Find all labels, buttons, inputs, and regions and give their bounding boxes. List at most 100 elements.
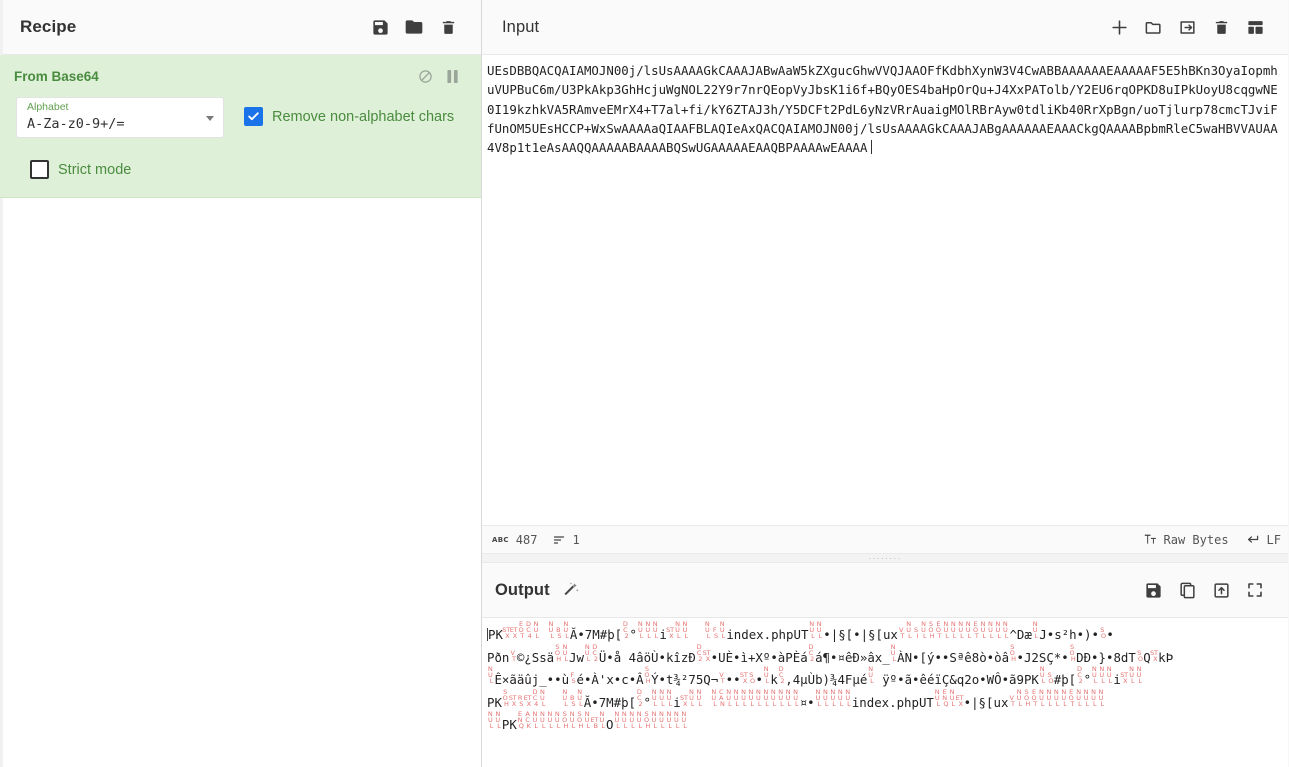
checkbox-unchecked-icon[interactable] (30, 160, 49, 179)
io-splitter[interactable]: ········ (482, 553, 1288, 563)
disable-operation-icon[interactable] (411, 65, 439, 87)
strict-mode-checkbox[interactable]: Strict mode (30, 160, 467, 179)
control-character: DC 2 (808, 642, 815, 663)
maximise-output-icon[interactable] (1238, 573, 1272, 607)
open-folder-icon[interactable] (1136, 10, 1170, 44)
input-lines-value: 1 (572, 532, 580, 547)
input-status-right: Raw Bytes LF (1126, 533, 1281, 547)
replace-input-icon[interactable] (1204, 573, 1238, 607)
control-character: DC 2 (592, 642, 598, 663)
magic-wand-icon[interactable] (562, 581, 580, 599)
remove-non-alphabet-chars-label: Remove non-alphabet chars (272, 108, 455, 125)
control-character: ST X (702, 648, 711, 663)
save-recipe-icon[interactable] (363, 10, 397, 44)
control-character: VT (510, 648, 516, 663)
output-line: Pðn V T ©¿Ssä SO H NU L Jw NU L DC 2 Ü•å 4âöÙ•kîzÐ DC 2… (487, 642, 1174, 665)
control-character: SO (749, 671, 755, 685)
control-character: VT (719, 671, 725, 685)
control-character: NU L (681, 710, 687, 730)
output-line: PK SO H ST X R S ET X DC 4 NU L NU L B S NU L Ă•7M#þ[DC 2 ° N… (487, 687, 1104, 710)
output-line: NU L NU L PK EN Q AC K NU L NU L NU L NU L SO H NU L SO H NU L ET… (487, 710, 687, 732)
recipe-empty-area[interactable] (0, 198, 481, 767)
input-editor[interactable]: UEsDBBQACQAIAMOJN00j/lsUsAAAAGkCAAAJABwA… (482, 55, 1288, 525)
add-input-tab-icon[interactable] (1102, 10, 1136, 44)
load-recipe-icon[interactable] (397, 10, 431, 44)
output-line: PK ST X ET X EO T DC 4 NU L NU L B S NU L Ă•7M#þ[DC 2 ° NU L… (487, 620, 1114, 642)
checkbox-checked-icon[interactable] (244, 107, 263, 126)
breakpoint-pause-icon[interactable] (439, 65, 467, 87)
control-character: NU L (652, 620, 659, 640)
recipe-pane: Recipe From Base64 Alphabet A-Za-z0-9+/=… (0, 0, 482, 767)
input-title: Input (502, 17, 540, 36)
control-character: SO H (1009, 642, 1016, 663)
control-character: NU L (1106, 665, 1113, 685)
control-character: NU L (599, 710, 605, 730)
control-character: NU L (793, 687, 799, 708)
alphabet-select[interactable]: Alphabet A-Za-z0-9+/= (16, 97, 224, 138)
clear-recipe-icon[interactable] (431, 10, 465, 44)
save-output-icon[interactable] (1136, 573, 1170, 607)
input-text[interactable]: UEsDBBQACQAIAMOJN00j/lsUsAAAAGkCAAAJABwA… (487, 61, 1280, 157)
operation-header: From Base64 (14, 65, 467, 87)
input-text-content: UEsDBBQACQAIAMOJN00j/lsUsAAAAGkCAAAJABwA… (487, 63, 1278, 156)
strict-mode-label: Strict mode (58, 161, 132, 178)
control-character: NU L (890, 642, 896, 663)
open-file-icon[interactable] (1170, 10, 1204, 44)
recipe-operation-from-base64[interactable]: From Base64 Alphabet A-Za-z0-9+/= Remove… (0, 55, 481, 198)
control-character: NU L (845, 687, 851, 708)
control-character: FS (570, 671, 576, 685)
control-character: NU L (487, 665, 494, 685)
control-character: NU L (1098, 687, 1104, 708)
control-character: ST X (1150, 648, 1158, 663)
input-line-ending-status[interactable]: LF (1247, 533, 1281, 547)
control-character: SO (1100, 626, 1106, 640)
control-character: DC 2 (636, 687, 643, 708)
chevron-down-icon[interactable] (206, 116, 214, 121)
splitter-handle-icon: ········ (868, 553, 902, 563)
cyberchef-app: Recipe From Base64 Alphabet A-Za-z0-9+/=… (0, 0, 1289, 767)
output-cursor (487, 628, 488, 641)
control-character: NU L (763, 665, 770, 685)
input-lines-status[interactable]: 1 (553, 532, 580, 547)
alphabet-value: A-Za-z0-9+/= (27, 116, 125, 132)
control-character: DC 2 (778, 665, 785, 685)
control-character: SO H (1069, 642, 1076, 663)
control-character: NU L (562, 642, 568, 663)
copy-output-icon[interactable] (1170, 573, 1204, 607)
input-line-ending-value: LF (1266, 532, 1281, 547)
control-character: NU L (1002, 620, 1009, 640)
control-character: NU L (868, 665, 874, 685)
control-character: NU L (719, 620, 726, 640)
character-count-icon: ABC (492, 535, 509, 544)
clear-input-icon[interactable] (1204, 10, 1238, 44)
operation-title: From Base64 (14, 68, 99, 84)
text-format-icon (1144, 533, 1157, 546)
reset-pane-layout-icon[interactable] (1238, 10, 1272, 44)
alphabet-label: Alphabet (27, 101, 69, 113)
recipe-title-bar: Recipe (0, 0, 481, 55)
recipe-operation-list[interactable]: From Base64 Alphabet A-Za-z0-9+/= Remove… (0, 55, 481, 198)
control-character: NU L (495, 710, 501, 730)
line-ending-icon (1247, 533, 1260, 546)
recipe-title-icons (363, 10, 465, 44)
text-cursor (871, 140, 873, 155)
control-character: NU L (1032, 620, 1039, 640)
output-editor[interactable]: PK ST X ET X EO T DC 4 NU L NU L B S NU L Ă•7M#þ[DC 2 ° NU L… (482, 618, 1288, 767)
input-pane: Input UEsDBBQACQAIAMOJN00j/lsUsAAAAGkCAA… (482, 0, 1288, 553)
control-character: NU L (577, 687, 583, 708)
recipe-title: Recipe (20, 17, 77, 36)
input-encoding-status[interactable]: Raw Bytes (1144, 533, 1229, 547)
control-character: NU L (539, 687, 546, 708)
control-character: NU L (666, 687, 672, 708)
control-character: ET X (955, 693, 964, 708)
output-title-bar: Output (482, 563, 1288, 618)
input-title-icons (1102, 10, 1272, 44)
output-text: PK ST X ET X EO T DC 4 NU L NU L B S NU L Ă•7M#þ[DC 2 ° NU L… (487, 620, 1282, 735)
input-length-status[interactable]: ABC 487 (492, 533, 537, 547)
input-encoding-value: Raw Bytes (1163, 532, 1229, 547)
input-title-bar: Input (482, 0, 1288, 55)
io-pane: Input UEsDBBQACQAIAMOJN00j/lsUsAAAAGkCAA… (482, 0, 1288, 767)
input-length-value: 487 (515, 532, 538, 547)
remove-non-alphabet-chars-checkbox[interactable]: Remove non-alphabet chars (244, 107, 454, 126)
control-character: DC 2 (1076, 665, 1083, 685)
